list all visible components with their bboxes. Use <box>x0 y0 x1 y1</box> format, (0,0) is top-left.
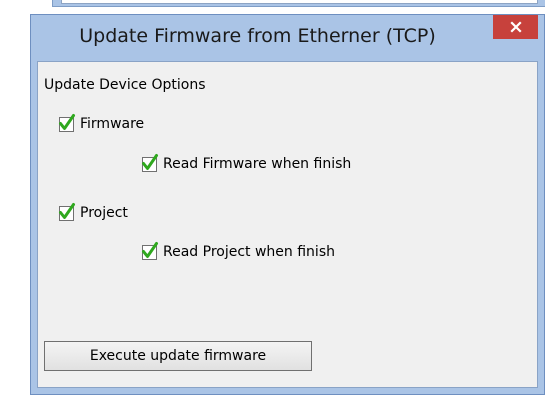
dialog-client-area: Update Device Options Firmware Read Firm… <box>37 61 538 388</box>
update-firmware-dialog: Update Firmware from Etherner (TCP) Upda… <box>30 14 545 395</box>
background-window-edge <box>52 0 545 7</box>
read-project-checkbox-row[interactable]: Read Project when finish <box>142 241 335 260</box>
close-button[interactable] <box>493 15 538 39</box>
read-project-label[interactable]: Read Project when finish <box>163 244 335 260</box>
read-firmware-checkbox-row[interactable]: Read Firmware when finish <box>142 153 351 172</box>
execute-update-firmware-button[interactable]: Execute update firmware <box>44 341 312 371</box>
firmware-checkbox-row[interactable]: Firmware <box>59 113 144 132</box>
update-device-options-label: Update Device Options <box>44 77 206 93</box>
project-label[interactable]: Project <box>80 205 128 221</box>
firmware-label[interactable]: Firmware <box>80 116 144 132</box>
checkmark-icon <box>142 241 158 258</box>
read-firmware-label[interactable]: Read Firmware when finish <box>163 156 351 172</box>
read-firmware-checkbox[interactable] <box>142 153 158 172</box>
checkmark-icon <box>142 153 158 170</box>
background-window-content <box>61 0 538 4</box>
checkmark-icon <box>59 113 75 130</box>
project-checkbox[interactable] <box>59 202 75 221</box>
firmware-checkbox[interactable] <box>59 113 75 132</box>
title-bar[interactable]: Update Firmware from Etherner (TCP) <box>31 15 544 60</box>
window-title: Update Firmware from Etherner (TCP) <box>79 25 436 47</box>
screen: Update Firmware from Etherner (TCP) Upda… <box>0 0 545 401</box>
close-icon <box>509 21 522 33</box>
checkmark-icon <box>59 202 75 219</box>
project-checkbox-row[interactable]: Project <box>59 202 128 221</box>
read-project-checkbox[interactable] <box>142 241 158 260</box>
